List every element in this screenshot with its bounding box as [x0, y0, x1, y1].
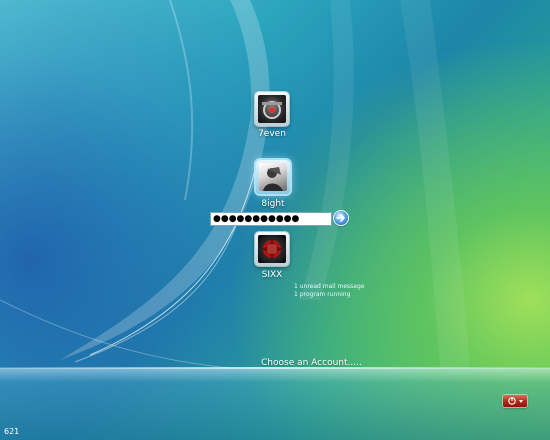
choose-account-prompt: Choose an Account.....	[261, 358, 362, 368]
account-tile-8ight[interactable]	[256, 160, 290, 194]
reflective-floor	[0, 368, 550, 440]
account-name-8ight[interactable]: 8ight	[233, 199, 313, 209]
status-programs-running: 1 program running	[294, 291, 351, 298]
account-tile-sixx[interactable]	[255, 232, 289, 266]
account-name-sixx[interactable]: SIXX	[232, 270, 312, 280]
account-tile-7even[interactable]	[255, 92, 289, 126]
password-field[interactable]	[210, 212, 332, 226]
arrow-right-icon	[336, 214, 345, 222]
account-name-7even[interactable]: 7even	[232, 129, 312, 139]
gear-car-avatar-icon	[258, 95, 286, 123]
shutdown-button[interactable]	[503, 395, 527, 407]
status-unread-mail: 1 unread mail message	[294, 283, 365, 290]
portrait-avatar-icon	[259, 163, 287, 191]
go-button[interactable]	[334, 211, 348, 225]
red-emblem-avatar-icon	[258, 235, 286, 263]
build-number: 621	[4, 427, 20, 436]
power-icon	[508, 397, 523, 405]
